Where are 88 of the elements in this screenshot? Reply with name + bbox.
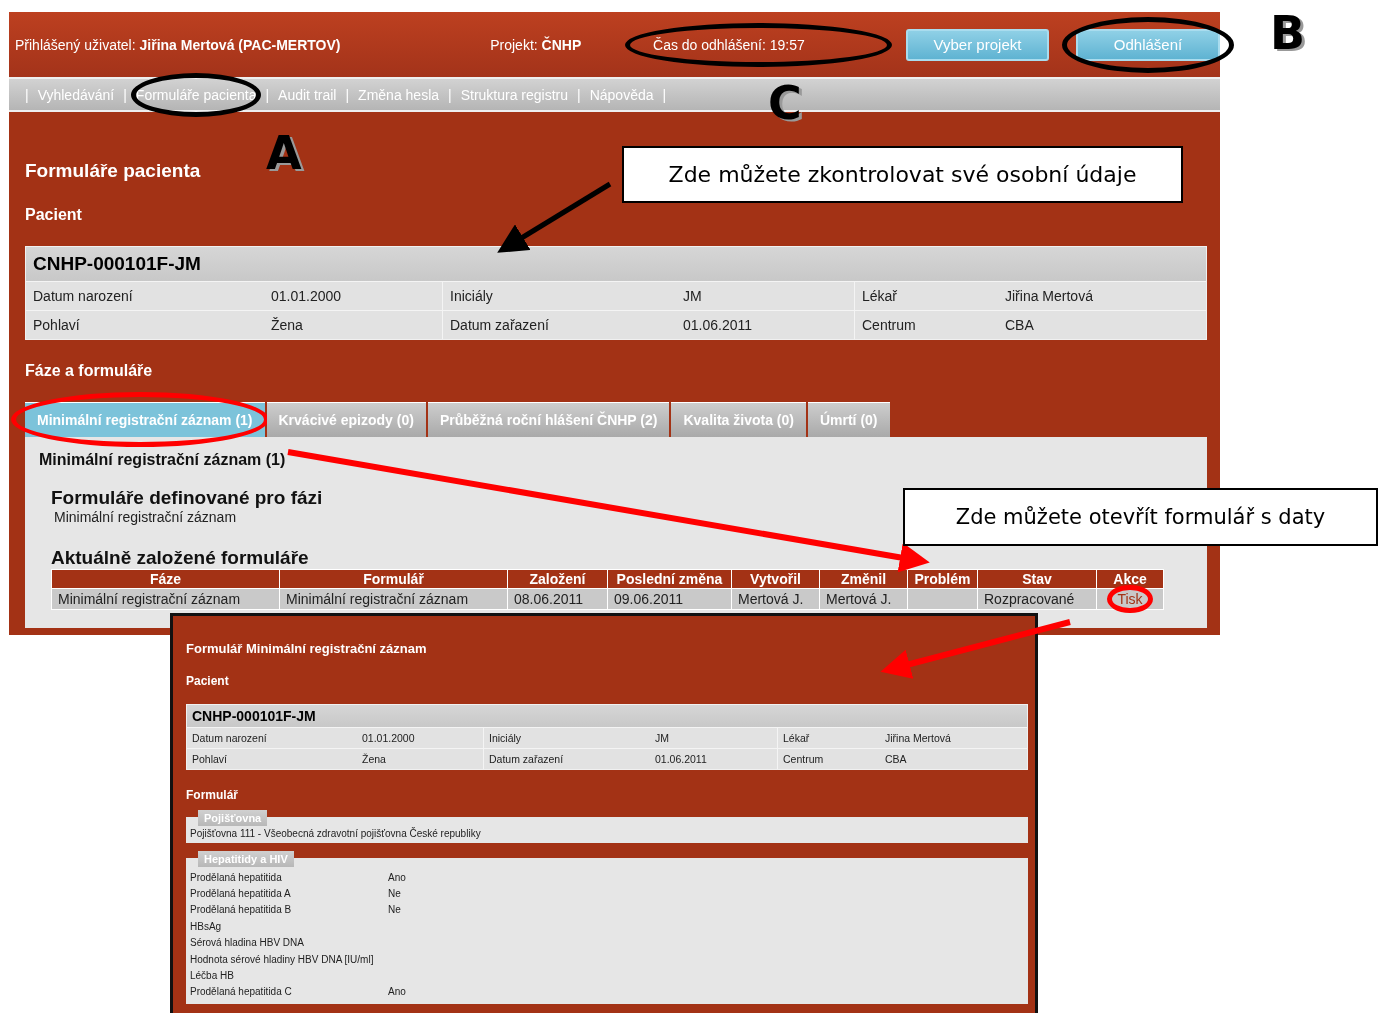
nav-separator: |: [448, 86, 452, 103]
section-heading: Fáze a formuláře: [25, 362, 153, 380]
annotation-letter: A: [266, 130, 302, 176]
nav-link[interactable]: Změna hesla: [358, 86, 440, 103]
column-header: Fáze: [51, 569, 280, 589]
field-value: 01.01.2000: [357, 728, 484, 748]
patient-id: CNHP-000101F-JM: [26, 247, 1206, 281]
patient-id: CNHP-000101F-JM: [187, 705, 1027, 727]
field-value: Ano: [388, 986, 406, 998]
column-header: Formulář: [279, 569, 508, 589]
nav-separator: |: [577, 86, 581, 103]
phase-tab[interactable]: Minimální registrační záznam (1): [25, 402, 265, 437]
column-header: Problém: [907, 569, 978, 589]
highlight-ellipse: [1107, 585, 1153, 613]
section-text: Pojišťovna 111 - Všeobecná zdravotní pojišťovna České republiky: [190, 828, 482, 839]
field-label: Lékař: [782, 731, 811, 746]
section-heading: Pacient: [25, 206, 82, 224]
field-label: Pohlaví: [32, 316, 81, 335]
nav-separator: |: [265, 86, 270, 103]
nav-link[interactable]: Formuláře pacienta: [135, 86, 257, 103]
subheading: Formuláře definované pro fázi: [51, 487, 323, 509]
nav-separator: |: [345, 86, 350, 103]
table-cell: Minimální registrační záznam: [279, 588, 508, 610]
subheading: Aktuálně založené formuláře: [51, 547, 309, 569]
field-label: Prodělaná hepatitida B: [190, 904, 293, 916]
field-value: Ano: [388, 871, 406, 883]
phase-tab[interactable]: Kvalita života (0): [671, 402, 806, 437]
nav-link[interactable]: Struktura registru: [460, 86, 569, 103]
field-label: Léčba HB: [190, 970, 235, 982]
field-label: HBsAg: [190, 920, 223, 932]
phase-tab[interactable]: Krvácivé epizody (0): [266, 402, 426, 437]
form-title: Formulář Minimální registrační záznam: [186, 641, 427, 656]
nav-separator: |: [25, 86, 29, 103]
project-text: Projekt: ČNHP: [490, 36, 583, 53]
phase-tab[interactable]: Úmrtí (0): [807, 402, 890, 437]
section-heading: Pacient: [186, 674, 229, 688]
logged-user-text: Přihlášený uživatel: Jiřina Mertová (PAC-MERTOV): [15, 36, 342, 53]
field-label: Centrum: [782, 752, 825, 767]
field-label: Datum narození: [32, 287, 134, 306]
field-label: Iniciály: [449, 287, 494, 306]
nav-link[interactable]: Vyhledávání: [37, 86, 115, 103]
callout-box: Zde můžete zkontrolovat své osobní údaje: [622, 146, 1183, 203]
field-value: Jiřina Mertová: [1004, 287, 1094, 306]
field-label: Datum zařazení: [449, 316, 550, 335]
header-button[interactable]: Odhlášení: [1076, 28, 1220, 61]
header-button[interactable]: Vyber projekt: [906, 28, 1049, 61]
table-cell: Minimální registrační záznam: [51, 588, 280, 610]
field-label: Prodělaná hepatitida C: [190, 986, 293, 998]
column-header: Změnil: [819, 569, 908, 589]
field-label: Datum narození: [191, 731, 268, 746]
field-value: 01.01.2000: [264, 282, 443, 310]
field-value: 01.06.2011: [650, 749, 778, 769]
field-label: Pohlaví: [191, 752, 229, 767]
nav-separator: |: [662, 86, 667, 103]
field-label: Lékař: [861, 287, 899, 306]
field-label: Prodělaná hepatitida A: [190, 888, 292, 900]
field-value: Žena: [357, 749, 484, 769]
column-header: Poslední změna: [607, 569, 732, 589]
field-label: Datum zařazení: [488, 752, 565, 767]
field-value: Žena: [264, 311, 443, 339]
column-header: Stav: [977, 569, 1097, 589]
form-name: Minimální registrační záznam: [54, 509, 237, 525]
nav-link[interactable]: Audit trail: [278, 86, 337, 103]
field-value: CBA: [884, 752, 908, 767]
field-value: 01.06.2011: [676, 311, 855, 339]
logout-timer: Čas do odhlášení: 19:57: [653, 36, 805, 53]
field-value: Ne: [388, 888, 401, 900]
column-header: Vytvořil: [731, 569, 820, 589]
phase-title: Minimální registrační záznam (1): [39, 451, 286, 469]
phase-tab[interactable]: Průběžná roční hlášení ČNHP (2): [427, 402, 670, 437]
nav-link[interactable]: Nápověda: [589, 86, 654, 103]
field-value: Jiřina Mertová: [884, 731, 952, 746]
nav-separator: |: [123, 86, 127, 103]
column-header: Založení: [507, 569, 608, 589]
field-label: Iniciály: [488, 731, 523, 746]
annotation-letter: B: [1270, 10, 1306, 56]
field-label: Hodnota sérové hladiny HBV DNA [IU/ml]: [190, 953, 375, 965]
page-title: Formuláře pacienta: [25, 159, 201, 182]
column-header: Akce: [1096, 569, 1164, 589]
section-heading: Formulář: [186, 788, 238, 802]
field-value: JM: [676, 282, 855, 310]
field-label: Sérová hladina HBV DNA: [190, 937, 305, 949]
field-value: Ne: [388, 904, 401, 916]
callout-box: Zde můžete otevřít formulář s daty: [903, 488, 1378, 546]
field-value: CBA: [1004, 316, 1035, 335]
field-label: Centrum: [861, 316, 917, 335]
field-label: Prodělaná hepatitida: [190, 871, 283, 883]
field-value: JM: [650, 728, 778, 748]
